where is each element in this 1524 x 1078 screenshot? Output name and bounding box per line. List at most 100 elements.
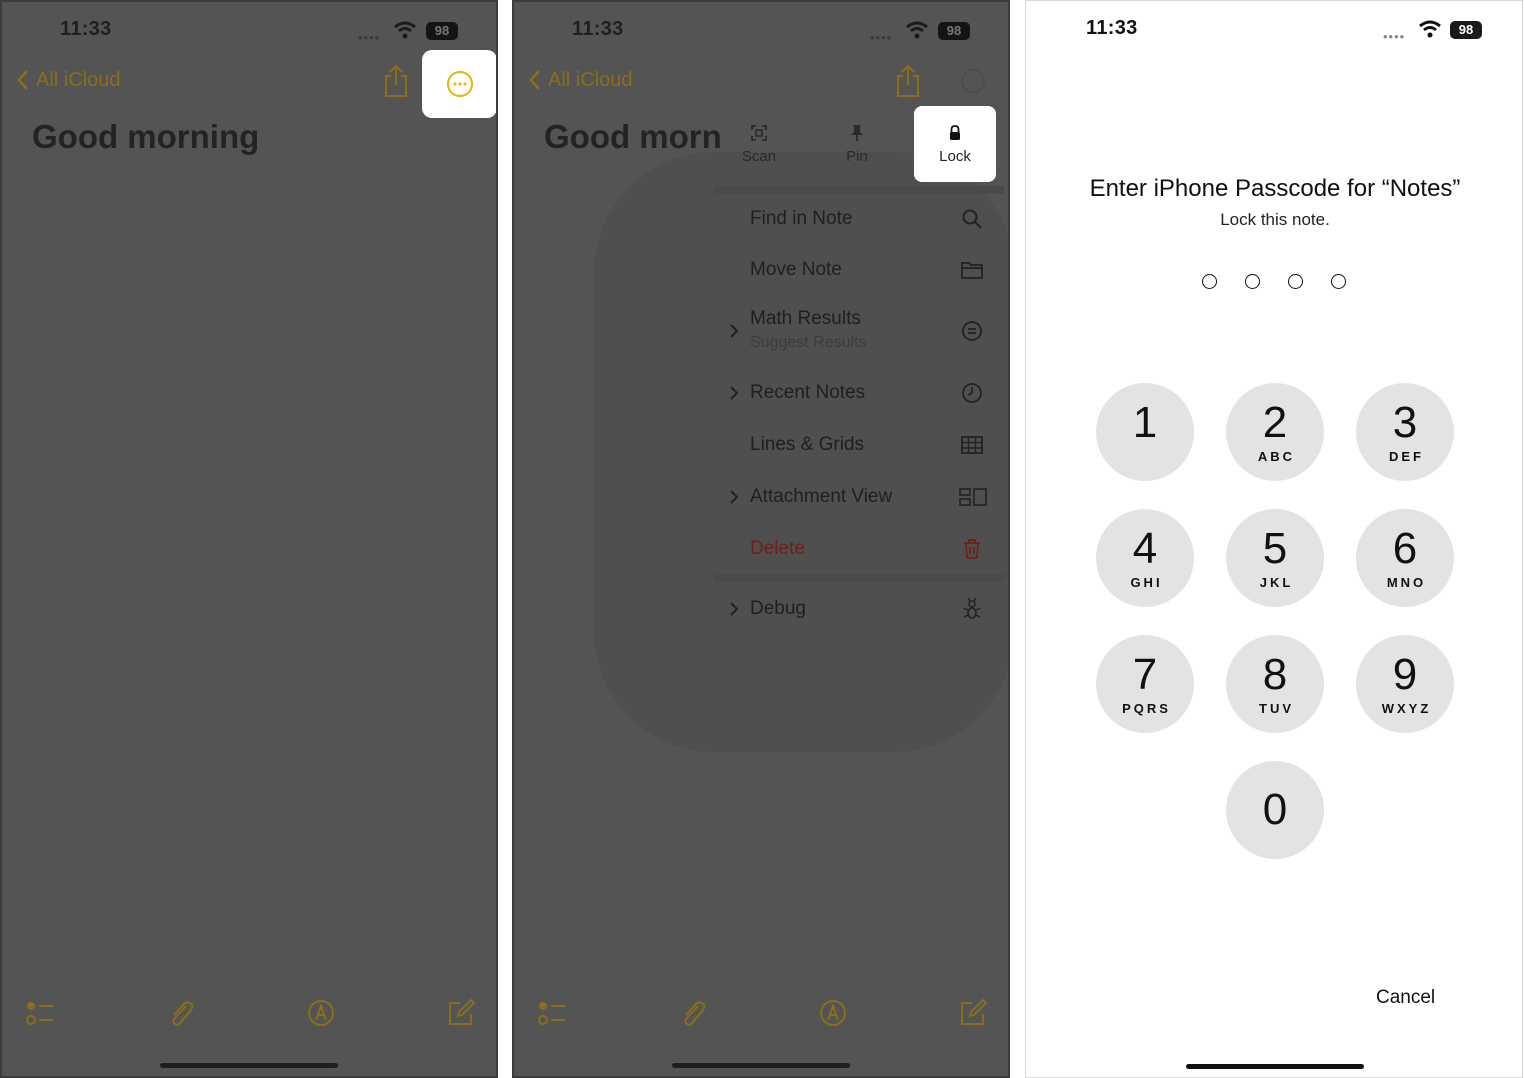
menu-item-label: Recent Notes (750, 382, 866, 403)
key-digit: 0 (1262, 785, 1288, 834)
share-icon[interactable] (383, 64, 409, 98)
signal-icon: •••• (870, 30, 893, 45)
chevron-right-icon (730, 386, 739, 400)
menu-divider (714, 186, 1004, 194)
signal-icon: •••• (1383, 29, 1406, 44)
passcode-title: Enter iPhone Passcode for “Notes” (1089, 175, 1461, 202)
passcode-dot (1245, 274, 1260, 289)
passcode-subtitle: Lock this note. (1220, 210, 1330, 229)
keypad-key-2[interactable]: 2 ABC (1226, 383, 1324, 481)
keypad-key-1[interactable]: 1 (1096, 383, 1194, 481)
scan-icon (751, 124, 767, 141)
chevron-right-icon (730, 324, 739, 338)
menu-item-attachment-view[interactable]: Attachment View (714, 471, 1004, 523)
key-digit: 9 (1392, 650, 1418, 699)
keypad-key-7[interactable]: 7 PQRS (1096, 635, 1194, 733)
keypad-key-0[interactable]: 0 (1226, 761, 1324, 859)
menu-item-label: Move Note (750, 259, 842, 280)
passcode-dot (1331, 274, 1346, 289)
keypad-key-4[interactable]: 4 GHI (1096, 509, 1194, 607)
phone-screen-menu: 11:33 •••• 98 All iCloud Good morn Scan (512, 0, 1010, 1078)
menu-item-sublabel: Suggest Results (750, 334, 867, 351)
battery-indicator: 98 (426, 22, 458, 40)
key-digit: 6 (1392, 524, 1418, 573)
paperclip-icon[interactable] (678, 998, 708, 1028)
home-indicator[interactable] (160, 1063, 338, 1068)
wifi-icon (394, 21, 416, 39)
key-letters: MNO (1386, 575, 1427, 590)
key-letters: PQRS (1122, 701, 1171, 716)
menu-item-label: Delete (750, 538, 805, 559)
menu-divider (714, 574, 1004, 582)
compose-icon[interactable] (958, 998, 988, 1028)
key-digit: 4 (1132, 524, 1158, 573)
grid-icon (961, 436, 983, 454)
menu-item-debug[interactable]: Debug (714, 582, 1004, 636)
key-letters: WXYZ (1381, 701, 1432, 716)
share-icon[interactable] (895, 64, 921, 98)
checklist-icon[interactable] (25, 998, 55, 1028)
key-letters: TUV (1259, 701, 1294, 716)
cancel-button[interactable]: Cancel (1376, 987, 1435, 1009)
keypad-key-5[interactable]: 5 JKL (1226, 509, 1324, 607)
pin-label: Pin (846, 147, 868, 165)
menu-item-move-note[interactable]: Move Note (714, 245, 1004, 295)
menu-item-label: Lines & Grids (750, 434, 865, 455)
trash-icon (964, 539, 980, 559)
menu-item-lines-grids[interactable]: Lines & Grids (714, 420, 1004, 470)
attachment-view-icon (959, 488, 987, 506)
wifi-icon (1419, 20, 1441, 38)
key-letters (1144, 449, 1147, 463)
menu-item-math-results[interactable]: Math Results Suggest Results (714, 296, 1004, 366)
signal-icon: •••• (358, 30, 381, 45)
back-button[interactable]: All iCloud (16, 68, 120, 92)
phone-screen-passcode: 11:33 •••• 9 8 Enter iPhone Passcode for … (1025, 0, 1523, 1078)
ellipsis-circle-icon[interactable] (960, 68, 986, 94)
battery-indicator: 98 (938, 22, 970, 40)
pin-button[interactable]: Pin (816, 106, 898, 182)
keypad-key-3[interactable]: 3 DEF (1356, 383, 1454, 481)
menu-item-recent-notes[interactable]: Recent Notes (714, 367, 1004, 419)
ant-icon (963, 597, 981, 619)
back-button[interactable]: All iCloud (528, 68, 632, 92)
menu-item-delete[interactable]: Delete (714, 524, 1004, 574)
back-label: All iCloud (548, 68, 633, 91)
clock-icon (962, 383, 982, 403)
markup-icon[interactable] (818, 998, 848, 1028)
note-title[interactable]: Good morn (544, 118, 722, 156)
markup-icon[interactable] (306, 998, 336, 1028)
note-title[interactable]: Good morning (32, 118, 259, 156)
status-time: 11:33 (1086, 17, 1138, 39)
context-menu: Scan Pin Lock Find in Note Move Note Mat… (714, 106, 1004, 636)
back-label: All iCloud (36, 68, 121, 91)
menu-item-find-in-note[interactable]: Find in Note (714, 194, 1004, 244)
passcode-dot (1202, 274, 1217, 289)
lock-label: Lock (939, 147, 971, 165)
key-digit: 1 (1132, 398, 1158, 447)
key-digit: 3 (1392, 398, 1418, 447)
ellipsis-circle-icon (446, 70, 473, 98)
chevron-right-icon (730, 490, 739, 504)
home-indicator[interactable] (672, 1063, 850, 1068)
key-digit: 8 (1262, 650, 1288, 699)
folder-icon (961, 262, 983, 279)
home-indicator[interactable] (1186, 1064, 1364, 1069)
passcode-dots (1202, 274, 1346, 289)
lock-button[interactable]: Lock (914, 106, 996, 182)
scan-button[interactable]: Scan (718, 106, 800, 182)
more-button[interactable] (422, 50, 496, 118)
keypad-key-6[interactable]: 6 MNO (1356, 509, 1454, 607)
key-letters: DEF (1389, 449, 1424, 464)
paperclip-icon[interactable] (166, 998, 196, 1028)
key-digit: 7 (1132, 650, 1158, 699)
keypad-key-9[interactable]: 9 WXYZ (1356, 635, 1454, 733)
magnifier-icon (962, 209, 982, 229)
chevron-left-icon (529, 70, 540, 90)
keypad-key-8[interactable]: 8 TUV (1226, 635, 1324, 733)
checklist-icon[interactable] (537, 998, 567, 1028)
compose-icon[interactable] (446, 998, 476, 1028)
key-letters: JKL (1259, 575, 1294, 590)
status-time: 11:33 (60, 18, 112, 40)
key-digit: 5 (1262, 524, 1288, 573)
key-letters: ABC (1257, 449, 1296, 464)
